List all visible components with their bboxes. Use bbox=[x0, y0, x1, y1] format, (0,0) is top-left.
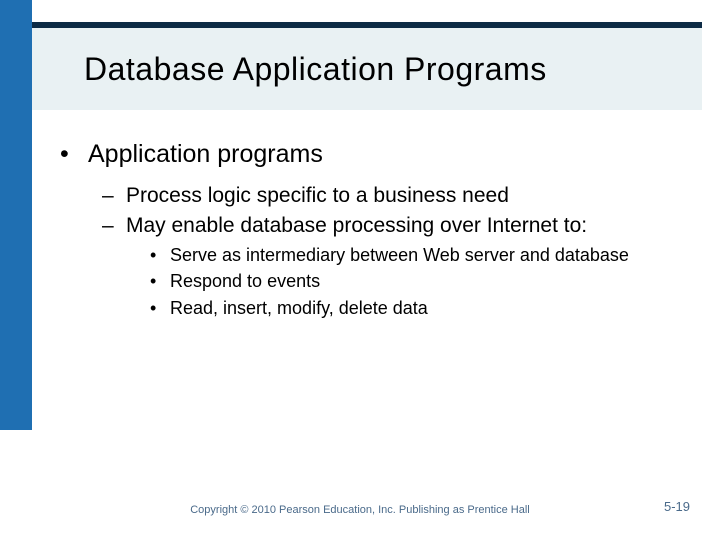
footer-copyright: Copyright © 2010 Pearson Education, Inc.… bbox=[0, 504, 720, 516]
slide-body: • Application programs – Process logic s… bbox=[60, 140, 680, 323]
bullet-level2: – May enable database processing over In… bbox=[102, 213, 680, 239]
bullet-level3: • Read, insert, modify, delete data bbox=[150, 297, 680, 320]
sidebar-accent bbox=[0, 0, 32, 430]
title-band: Database Application Programs bbox=[32, 22, 702, 110]
bullet-dash-icon: – bbox=[102, 183, 126, 209]
bullet-text: Process logic specific to a business nee… bbox=[126, 183, 509, 209]
bullet-level3: • Serve as intermediary between Web serv… bbox=[150, 244, 680, 267]
bullet-dot-icon: • bbox=[150, 270, 170, 293]
bullet-level1: • Application programs bbox=[60, 140, 680, 169]
bullet-text: Read, insert, modify, delete data bbox=[170, 297, 428, 320]
bullet-text: Respond to events bbox=[170, 270, 320, 293]
bullet-dash-icon: – bbox=[102, 213, 126, 239]
page-number: 5-19 bbox=[664, 499, 690, 514]
bullet-level2: – Process logic specific to a business n… bbox=[102, 183, 680, 209]
bullet-level3: • Respond to events bbox=[150, 270, 680, 293]
bullet-text: Application programs bbox=[88, 140, 323, 169]
bullet-dot-icon: • bbox=[60, 140, 88, 169]
bullet-dot-icon: • bbox=[150, 297, 170, 320]
bullet-text: Serve as intermediary between Web server… bbox=[170, 244, 629, 267]
bullet-text: May enable database processing over Inte… bbox=[126, 213, 587, 239]
slide-title: Database Application Programs bbox=[84, 51, 547, 88]
bullet-dot-icon: • bbox=[150, 244, 170, 267]
